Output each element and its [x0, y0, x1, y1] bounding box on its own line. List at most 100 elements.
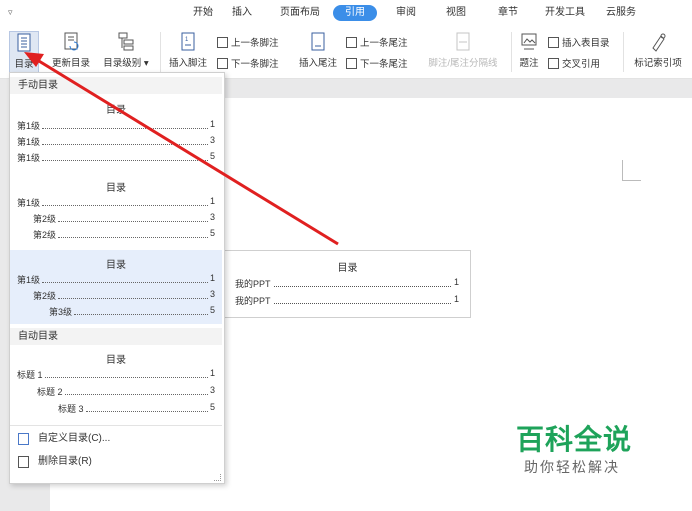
toc-option-title: 目录	[106, 183, 126, 194]
toc-line-page: 1	[209, 368, 215, 378]
prev-footnote-icon	[217, 37, 228, 48]
next-endnote-label: 下一条尾注	[360, 59, 408, 70]
cross-reference-label: 交叉引用	[562, 59, 601, 70]
leader-dots	[273, 294, 451, 304]
toc-line-text: 第2级	[33, 214, 57, 224]
update-toc-button[interactable]: 更新目录	[48, 31, 94, 69]
quick-access-caret-icon[interactable]: ▿	[8, 7, 13, 18]
toc-line-text: 第1级	[17, 198, 41, 208]
toc-option-line: 第2级 5	[33, 228, 215, 241]
leader-dots	[273, 277, 451, 287]
toc-option-line: 第3级 5	[49, 305, 215, 318]
toc-line-text: 第1级	[17, 121, 41, 131]
caption-button[interactable]: 题注	[516, 31, 542, 69]
toc-option-line: 第1级 5	[17, 151, 215, 164]
insert-footnote-icon: 1	[181, 32, 195, 51]
insert-figure-toc-label: 插入表目录	[562, 38, 610, 49]
next-endnote-icon	[346, 58, 357, 69]
next-footnote-label: 下一条脚注	[231, 59, 279, 70]
toc-line-page: 3	[209, 212, 215, 222]
toc-line-page: 3	[209, 135, 215, 145]
toc-option-line: 标题 1 1	[17, 368, 215, 381]
prev-footnote-button[interactable]: 上一条脚注	[217, 35, 279, 49]
tab-page-layout[interactable]: 页面布局	[272, 5, 328, 21]
menu-divider	[10, 425, 222, 426]
tab-cloud[interactable]: 云服务	[600, 5, 642, 21]
next-endnote-button[interactable]: 下一条尾注	[346, 56, 408, 70]
inserted-toc[interactable]: 目录 我的PPT 1 我的PPT 1	[224, 250, 471, 318]
cross-reference-button[interactable]: 交叉引用	[548, 56, 600, 70]
inserted-toc-entry[interactable]: 我的PPT 1	[235, 277, 459, 290]
leader-dots	[74, 305, 208, 315]
toc-line-text: 第1级	[17, 137, 41, 147]
insert-endnote-icon	[311, 32, 325, 51]
delete-toc-menu-item[interactable]: 删除目录(R)	[10, 451, 222, 473]
prev-endnote-icon	[346, 37, 357, 48]
caption-label: 题注	[519, 58, 539, 69]
prev-endnote-button[interactable]: 上一条尾注	[346, 35, 408, 49]
resize-grip-icon[interactable]	[214, 474, 221, 481]
prev-footnote-label: 上一条脚注	[231, 38, 279, 49]
custom-toc-label: 自定义目录(C)...	[38, 433, 111, 444]
footnote-separator-icon	[456, 32, 470, 51]
toc-line-page: 1	[209, 119, 215, 129]
insert-endnote-label: 插入尾注	[298, 58, 337, 69]
toc-button[interactable]: 目录	[9, 31, 39, 73]
leader-dots	[44, 368, 208, 378]
toc-style-option-1[interactable]: 目录 第1级 1 第1级 3 第1级 5	[10, 95, 222, 167]
toc-style-option-2[interactable]: 目录 第1级 1 第2级 3 第2级 5	[10, 173, 222, 247]
tab-references[interactable]: 引用	[333, 5, 377, 21]
toc-option-line: 标题 3 5	[58, 402, 215, 415]
footnote-separator-label: 脚注/尾注分隔线	[428, 58, 498, 69]
toc-line-text: 第2级	[33, 230, 57, 240]
ribbon-divider	[160, 32, 161, 72]
footnote-separator-button[interactable]: 脚注/尾注分隔线	[423, 31, 503, 69]
custom-toc-icon	[18, 433, 29, 445]
tab-chapter[interactable]: 章节	[490, 5, 526, 21]
insert-figure-toc-icon	[548, 37, 559, 48]
tab-insert[interactable]: 插入	[222, 5, 262, 21]
ribbon-divider	[623, 32, 624, 72]
leader-dots	[58, 289, 208, 299]
toc-dropdown-menu: 手动目录 目录 第1级 1 第1级 3 第1级 5 目录 第1级 1 第2级 3 第2级 5…	[9, 72, 225, 484]
toc-option-line: 第1级 1	[17, 196, 215, 209]
toc-line-page: 5	[209, 305, 215, 315]
leader-dots	[42, 119, 208, 129]
toc-line-page: 3	[209, 385, 215, 395]
toc-line-text: 标题 1	[17, 370, 43, 380]
toc-style-option-auto[interactable]: 目录 标题 1 1 标题 2 3 标题 3 5	[10, 347, 222, 419]
tab-review[interactable]: 审阅	[388, 5, 424, 21]
delete-toc-label: 删除目录(R)	[38, 456, 92, 467]
inserted-toc-entry-page: 1	[453, 277, 459, 287]
inserted-toc-entry-text: 我的PPT	[235, 279, 271, 289]
tab-developer[interactable]: 开发工具	[537, 5, 593, 21]
toc-level-button[interactable]: 目录级别 ▾	[99, 31, 153, 69]
toc-style-option-3[interactable]: 目录 第1级 1 第2级 3 第3级 5	[10, 250, 222, 324]
next-footnote-icon	[217, 58, 228, 69]
tab-start[interactable]: 开始	[178, 5, 228, 21]
toc-line-text: 第2级	[33, 291, 57, 301]
leader-dots	[42, 196, 208, 206]
toc-label: 目录	[14, 59, 34, 70]
toc-option-title: 目录	[106, 355, 126, 366]
toc-option-line: 第2级 3	[33, 289, 215, 302]
custom-toc-menu-item[interactable]: 自定义目录(C)...	[10, 428, 222, 450]
inserted-toc-entry-page: 1	[453, 294, 459, 304]
toc-line-page: 5	[209, 151, 215, 161]
insert-footnote-button[interactable]: 1 插入脚注	[165, 31, 211, 69]
insert-footnote-label: 插入脚注	[168, 58, 207, 69]
tab-view[interactable]: 视图	[438, 5, 474, 21]
toc-line-page: 3	[209, 289, 215, 299]
inserted-toc-entry[interactable]: 我的PPT 1	[235, 294, 459, 307]
insert-figure-toc-button[interactable]: 插入表目录	[548, 35, 610, 49]
next-footnote-button[interactable]: 下一条脚注	[217, 56, 279, 70]
toc-level-dropdown-icon: ▾	[141, 58, 149, 69]
toc-option-line: 标题 2 3	[37, 385, 215, 398]
mark-citation-icon	[652, 33, 666, 52]
insert-endnote-button[interactable]: 插入尾注	[294, 31, 342, 69]
toc-line-text: 标题 2	[37, 387, 63, 397]
toc-option-line: 第1级 1	[17, 273, 215, 286]
mark-citation-button[interactable]: 标记索引项	[630, 31, 686, 69]
delete-toc-icon	[18, 456, 29, 468]
prev-endnote-label: 上一条尾注	[360, 38, 408, 49]
